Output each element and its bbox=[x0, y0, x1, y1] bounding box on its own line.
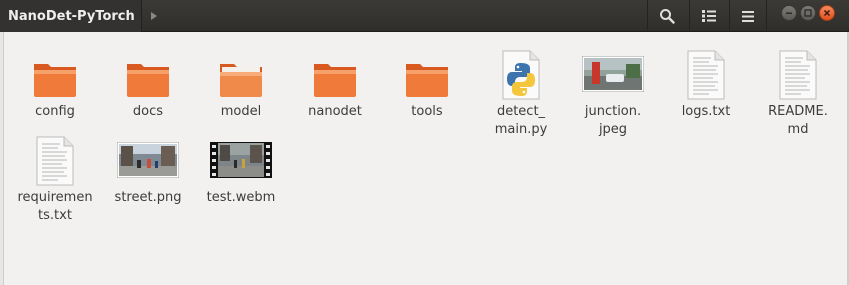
file-grid: config docs model nanodet tools detect_ … bbox=[0, 32, 849, 285]
minimize-icon bbox=[786, 12, 792, 14]
video-thumbnail-icon bbox=[210, 142, 272, 178]
text-file-icon bbox=[36, 136, 74, 186]
search-button[interactable] bbox=[647, 0, 685, 32]
file-name: detect_ main.py bbox=[494, 104, 548, 137]
file-name: README. md bbox=[768, 104, 828, 137]
folder-icon bbox=[34, 64, 76, 97]
list-view-icon bbox=[701, 10, 716, 22]
close-button[interactable] bbox=[819, 5, 835, 21]
python-file-icon bbox=[502, 50, 540, 100]
text-file-icon bbox=[687, 50, 725, 100]
file-item-test-webm[interactable]: test.webm bbox=[195, 128, 287, 207]
file-name: nanodet bbox=[308, 104, 362, 119]
file-item-requirements-txt[interactable]: requiremen ts.txt bbox=[9, 128, 101, 225]
file-item-logs-txt[interactable]: logs.txt bbox=[660, 42, 752, 121]
folder-icon bbox=[406, 64, 448, 97]
file-item-tools[interactable]: tools bbox=[381, 42, 473, 121]
menu-button[interactable] bbox=[729, 0, 767, 32]
open-folder-icon bbox=[220, 64, 262, 97]
file-item-junction-jpeg[interactable]: junction. jpeg bbox=[567, 42, 659, 139]
forward-arrow-icon[interactable] bbox=[142, 0, 166, 32]
file-item-docs[interactable]: docs bbox=[102, 42, 194, 121]
minimize-button[interactable] bbox=[781, 5, 797, 21]
folder-icon bbox=[127, 64, 169, 97]
path-bar-button[interactable]: NanoDet-PyTorch bbox=[0, 0, 142, 32]
file-name: junction. jpeg bbox=[584, 104, 642, 137]
file-name: tools bbox=[411, 104, 443, 119]
file-item-model[interactable]: model bbox=[195, 42, 287, 121]
file-item-nanodet[interactable]: nanodet bbox=[289, 42, 381, 121]
close-icon bbox=[823, 9, 831, 17]
view-toggle-button[interactable] bbox=[689, 0, 727, 32]
maximize-icon bbox=[804, 9, 812, 17]
maximize-button[interactable] bbox=[800, 5, 816, 21]
file-name: config bbox=[35, 104, 75, 119]
file-name: street.png bbox=[114, 190, 182, 205]
image-thumbnail-icon bbox=[582, 56, 644, 92]
path-title: NanoDet-PyTorch bbox=[8, 8, 135, 24]
search-icon bbox=[659, 9, 675, 24]
file-item-readme-md[interactable]: README. md bbox=[752, 42, 844, 139]
file-name: model bbox=[220, 104, 262, 119]
file-name: requiremen ts.txt bbox=[17, 190, 93, 223]
file-item-detect-main-py[interactable]: detect_ main.py bbox=[475, 42, 567, 139]
file-name: test.webm bbox=[206, 190, 276, 205]
text-file-icon bbox=[779, 50, 817, 100]
header-bar: NanoDet-PyTorch bbox=[0, 0, 849, 32]
image-thumbnail-icon bbox=[117, 142, 179, 178]
hamburger-menu-icon bbox=[742, 10, 754, 22]
file-name: docs bbox=[132, 104, 164, 119]
folder-icon bbox=[314, 64, 356, 97]
file-name: logs.txt bbox=[681, 104, 731, 119]
file-item-config[interactable]: config bbox=[9, 42, 101, 121]
file-item-street-png[interactable]: street.png bbox=[102, 128, 194, 207]
